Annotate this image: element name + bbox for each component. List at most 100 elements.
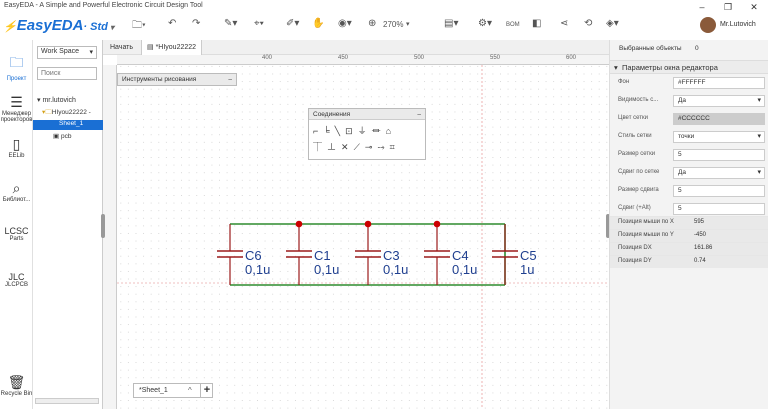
zoom-dropdown-icon[interactable]: ▾ [406, 20, 410, 28]
c5-value[interactable]: 1u [520, 262, 534, 277]
c4-value[interactable]: 0,1u [452, 262, 477, 277]
c5-ref[interactable]: C5 [520, 248, 537, 263]
maximize-button[interactable]: ❐ [716, 0, 740, 14]
minimize-icon[interactable]: – [417, 109, 421, 120]
probe-tool-icon[interactable]: ⟋ [354, 142, 365, 152]
share-icon[interactable]: ⋖ [560, 18, 568, 29]
add-sheet-button[interactable]: + [200, 384, 213, 397]
noconnect-tool-icon[interactable]: ✕ [341, 142, 354, 152]
c3-ref[interactable]: C3 [383, 248, 400, 263]
wiring-tools-title: Соединения [313, 111, 351, 118]
capacitor-c1[interactable] [286, 224, 312, 285]
capacitor-c4[interactable] [424, 224, 450, 285]
dy-row: Позиция DY 0.74 [610, 255, 768, 268]
prop-row: Сдвиг по сетке Да [610, 167, 768, 184]
parts-tab[interactable]: LCSC Parts [0, 226, 33, 242]
tree-sheet-label: Sheet_1 [59, 120, 84, 127]
tab-document[interactable]: ▤ *HIyou22222 [141, 40, 203, 55]
prop-row: Стиль сетки точки [610, 131, 768, 148]
wiring-tools-header[interactable]: Соединения – [309, 109, 425, 120]
drawing-tools-window[interactable]: Инструменты рисования – [117, 73, 237, 86]
theme-icon[interactable]: ◧ [532, 18, 541, 29]
jlcpcb-tab[interactable]: JLC JLCPCB [0, 272, 33, 288]
netlabel-tool-icon[interactable]: ⊡ [345, 126, 358, 136]
redo-icon[interactable]: ↷ [192, 18, 200, 29]
pencil-icon[interactable]: ✎▾ [224, 18, 237, 29]
drawing-tools-header[interactable]: Инструменты рисования – [118, 74, 236, 85]
recycle-bin[interactable]: 🗑 Recycle Bin [0, 374, 33, 397]
minimize-button[interactable]: – [690, 0, 714, 14]
junction-dot[interactable] [295, 220, 303, 228]
prop-background-input[interactable]: #FFFFFF [673, 77, 765, 89]
tree-pcb[interactable]: ▣ pcb [53, 132, 71, 140]
tree-sheet[interactable]: Sheet_1 [33, 120, 103, 130]
tab-start[interactable]: Начать [105, 40, 138, 55]
eye-icon[interactable]: ◉▾ [338, 18, 352, 29]
wiring-tools-window[interactable]: Соединения – ⌐╘╲⊡⏚⏛⌂ ⏉⊥✕⟋⊸⤑⌗ [308, 108, 426, 160]
c6-ref[interactable]: C6 [245, 248, 262, 263]
eelib-tab[interactable]: ▯ EELib [0, 136, 33, 159]
bom-button[interactable]: BOM [506, 22, 520, 28]
horizontal-scrollbar[interactable] [35, 398, 99, 404]
prop-grid-color-input[interactable]: #CCCCCC [673, 113, 765, 125]
zoom-icon[interactable]: ⊕ [368, 18, 376, 29]
tree-user[interactable]: ▾ mr.lutovich [37, 96, 76, 104]
workspace-select[interactable]: Work Space ▾ [37, 46, 97, 59]
line-tool-icon[interactable]: ╲ [335, 126, 345, 136]
prop-snap-size-input[interactable]: 5 [673, 185, 765, 197]
sheet-tab[interactable]: *Sheet_1 [139, 387, 168, 394]
file-icon[interactable]: 🗀▾ [132, 18, 146, 35]
zoom-level[interactable]: 270% [383, 20, 403, 29]
c1-value[interactable]: 0,1u [314, 262, 339, 277]
chevron-up-icon[interactable]: ^ [188, 386, 192, 395]
prop-alt-snap-input[interactable]: 5 [673, 203, 765, 215]
library-tab[interactable]: ⌕ Библиот... [0, 180, 33, 203]
c3-value[interactable]: 0,1u [383, 262, 408, 277]
vcc-tool-icon[interactable]: ⏉ [313, 142, 327, 152]
prop-grid-style-select[interactable]: точки [673, 131, 765, 143]
drc-icon[interactable]: ⚙▾ [478, 18, 492, 29]
ruler-tick: 500 [414, 55, 425, 61]
capacitor-c6[interactable] [217, 224, 243, 285]
net-port-tool-icon[interactable]: ⌗ [390, 142, 400, 152]
edit-icon[interactable]: ✐▾ [286, 18, 299, 29]
doc-icon: ▤ [147, 44, 156, 51]
prop-visibility-select[interactable]: Да [673, 95, 765, 107]
ruler-tick: 600 [566, 55, 577, 61]
power-tool-icon[interactable]: ⏛ [372, 126, 386, 136]
junction-dot[interactable] [433, 220, 441, 228]
close-button[interactable]: ✕ [742, 0, 766, 14]
gnd-tool-icon[interactable]: ⊥ [327, 142, 341, 152]
tree-project[interactable]: ▾🗀HIyou22222 - [42, 108, 91, 119]
panel-collapse-handle[interactable] [101, 214, 105, 238]
prop-snap-select[interactable]: Да [673, 167, 765, 179]
ruler-tick: 550 [490, 55, 501, 61]
prop-row: Видимость с... Да [610, 95, 768, 112]
ground-tool-icon[interactable]: ⏚ [358, 126, 372, 136]
prop-grid-size-input[interactable]: 5 [673, 149, 765, 161]
search-input[interactable] [37, 67, 97, 80]
design-icon[interactable]: ▤▾ [444, 18, 458, 29]
avatar[interactable] [700, 17, 716, 33]
layers-icon[interactable]: ◈▾ [606, 18, 619, 29]
place-icon[interactable]: ⌖▾ [254, 18, 264, 29]
pin-tool-icon[interactable]: ⊸ [365, 142, 378, 152]
capacitor-c3[interactable] [355, 224, 381, 285]
bus-entry-tool-icon[interactable]: ⤑ [377, 142, 389, 152]
manager-tab[interactable]: ☰ Менеджер проекторов [0, 94, 33, 123]
history-icon[interactable]: ⟲ [584, 18, 592, 29]
minimize-icon[interactable]: – [228, 74, 232, 85]
hand-icon[interactable]: ✋ [312, 18, 324, 29]
undo-icon[interactable]: ↶ [168, 18, 176, 29]
wire-tool-icon[interactable]: ⌐ [313, 126, 323, 136]
port-tool-icon[interactable]: ⌂ [386, 126, 396, 136]
c6-value[interactable]: 0,1u [245, 262, 270, 277]
c1-ref[interactable]: C1 [314, 248, 331, 263]
c4-ref[interactable]: C4 [452, 248, 469, 263]
user-name[interactable]: Mr.Lutovich [720, 21, 756, 28]
section-header[interactable]: ▾ Параметры окна редактора [610, 60, 768, 74]
dx-row: Позиция DX 161.86 [610, 242, 768, 255]
junction-dot[interactable] [364, 220, 372, 228]
project-tab[interactable]: 🗀 Проект [0, 52, 33, 82]
bus-tool-icon[interactable]: ╘ [323, 126, 334, 136]
